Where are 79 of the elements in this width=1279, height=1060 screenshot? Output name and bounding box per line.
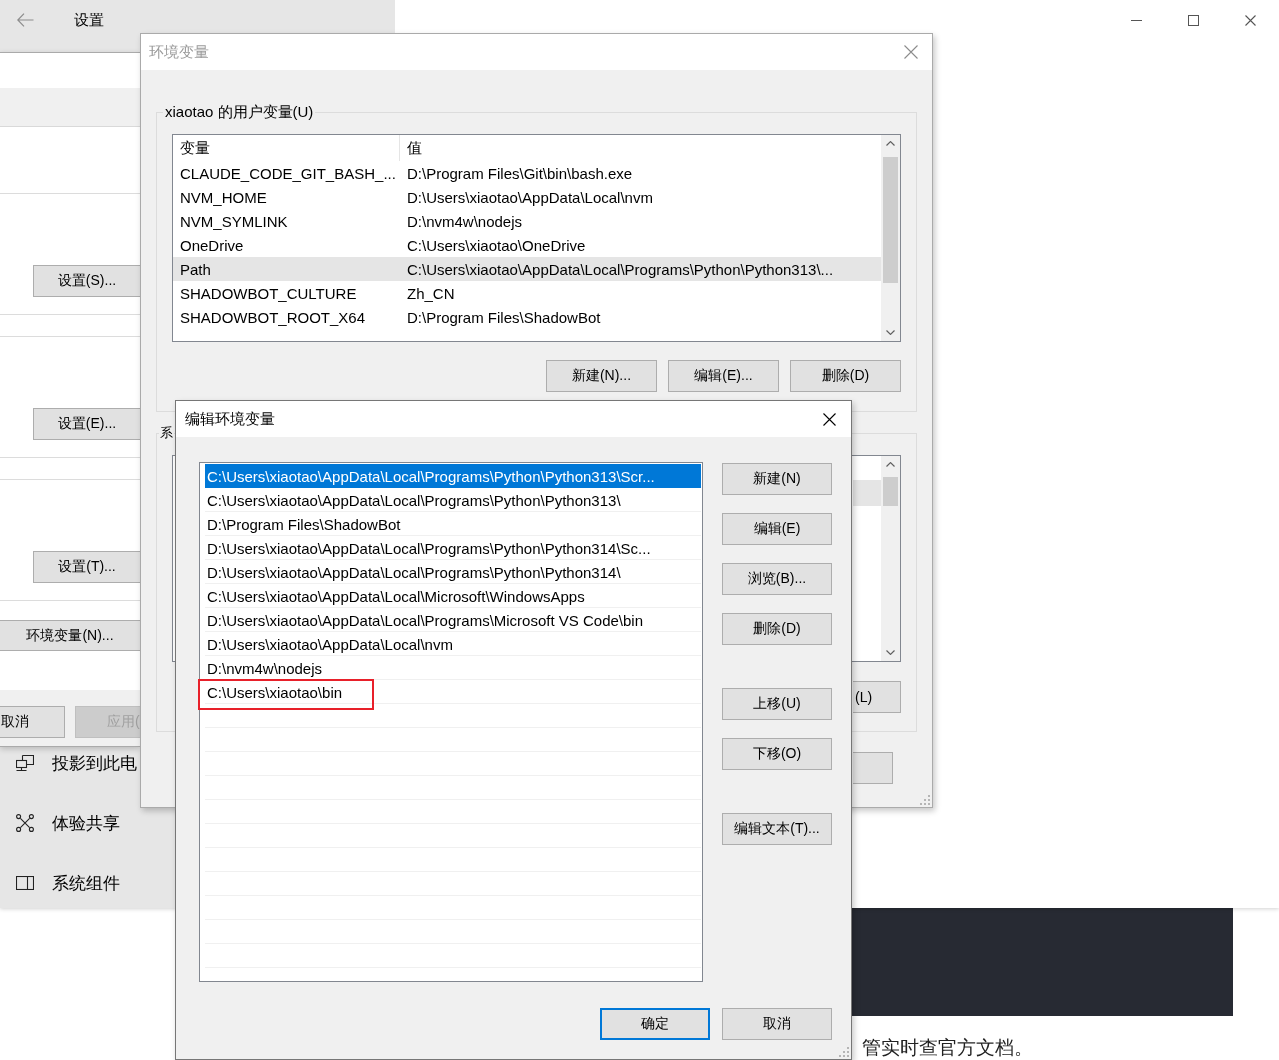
minimize-icon[interactable]	[1131, 19, 1142, 21]
resize-grip-icon[interactable]	[920, 795, 930, 805]
dialog-title: 编辑环境变量	[185, 409, 275, 429]
list-item[interactable]: D:\nvm4w\nodejs	[205, 656, 701, 680]
dialog-button[interactable]: 下移(O)	[722, 738, 832, 770]
table-cell-text: C:\Users\xiaotao\AppData\Local\Programs\Python\Python313\...	[406, 259, 835, 280]
dialog-button[interactable]: (L)	[853, 681, 901, 713]
caret-down-icon[interactable]	[886, 650, 895, 655]
dialog-button[interactable]: 编辑(E)	[722, 513, 832, 545]
scrollbar-thumb[interactable]	[883, 477, 898, 506]
dialog-button[interactable]: 取消	[722, 1008, 832, 1040]
scrollbar[interactable]	[881, 456, 900, 661]
dialog-title: 环境变量	[149, 42, 209, 62]
table-cell-text: SHADOWBOT_ROOT_X64	[179, 307, 367, 328]
table-cell-text: D:\Users\xiaotao\AppData\Local\nvm	[406, 187, 654, 208]
list-row[interactable]: NVM_HOME D:\Users\xiaotao\AppData\Local\nvm	[173, 185, 881, 209]
caret-up-icon[interactable]	[886, 141, 895, 146]
list-item[interactable]: D:\Program Files\ShadowBot	[205, 512, 701, 536]
dialog-button[interactable]: 设置(S)...	[33, 265, 140, 297]
dialog-button[interactable]: 上移(U)	[722, 688, 832, 720]
table-cell-text: NVM_HOME	[179, 187, 268, 208]
group-label: 系	[159, 424, 174, 442]
dialog-button[interactable]: 环境变量(N)...	[0, 620, 140, 651]
table-cell-text: OneDrive	[179, 235, 245, 256]
list-box[interactable]	[199, 462, 703, 982]
group-label: xiaotao 的用户变量(U)	[164, 103, 315, 121]
list-item[interactable]: D:\Users\xiaotao\AppData\Local\Programs\Microsoft VS Code\bin	[205, 608, 701, 632]
nav-item[interactable]: 体验共享	[0, 808, 122, 838]
list-row[interactable]: SHADOWBOT_CULTURE Zh_CN	[173, 281, 881, 305]
page-text: 管实时查官方文档。	[862, 1037, 1033, 1059]
table-cell-text: SHADOWBOT_CULTURE	[179, 283, 358, 304]
list-item[interactable]: C:\Users\xiaotao\bin	[205, 680, 701, 704]
list-item[interactable]: C:\Users\xiaotao\AppData\Local\Programs\Python\Python313\	[205, 488, 701, 512]
nav-item[interactable]: 系统组件	[0, 868, 122, 898]
caret-down-icon[interactable]	[886, 330, 895, 335]
table-cell-text: CLAUDE_CODE_GIT_BASH_...	[179, 163, 397, 184]
list-row[interactable]: NVM_SYMLINK D:\nvm4w\nodejs	[173, 209, 881, 233]
app-title: 设置	[74, 10, 104, 30]
table-cell-text: Zh_CN	[406, 283, 456, 304]
list-item[interactable]: D:\Users\xiaotao\AppData\Local\Programs\Python\Python314\Sc...	[205, 536, 701, 560]
caret-up-icon[interactable]	[886, 462, 895, 467]
dialog-button[interactable]: 确定	[600, 1008, 710, 1040]
list-row[interactable]: Path C:\Users\xiaotao\AppData\Local\Programs\Python\Python313\...	[173, 257, 881, 281]
maximize-icon[interactable]	[1188, 14, 1199, 26]
dialog-button[interactable]: 新建(N)	[722, 463, 832, 495]
dialog-button[interactable]: 新建(N)...	[546, 360, 657, 392]
dialog-button[interactable]: 删除(D)	[722, 613, 832, 645]
dialog-button[interactable]: 设置(T)...	[33, 551, 140, 583]
dialog-button[interactable]: 取消	[0, 706, 65, 738]
list-view[interactable]	[172, 134, 901, 342]
table-cell-text: D:\Program Files\Git\bin\bash.exe	[406, 163, 634, 184]
table-cell-text: D:\Program Files\ShadowBot	[406, 307, 602, 328]
dialog-button[interactable]: 删除(D)	[790, 360, 901, 392]
dialog-button[interactable]: 编辑(E)...	[668, 360, 779, 392]
resize-grip-icon[interactable]	[839, 1047, 849, 1057]
scrollbar[interactable]	[881, 135, 900, 341]
list-item[interactable]: D:\Users\xiaotao\AppData\Local\nvm	[205, 632, 701, 656]
screens-icon	[16, 755, 34, 771]
scrollbar-thumb[interactable]	[883, 157, 898, 283]
list-row[interactable]: CLAUDE_CODE_GIT_BASH_... D:\Program Files\Git\bin\bash.exe	[173, 161, 881, 185]
column-header[interactable]: 变量	[173, 135, 400, 161]
panel-icon	[16, 876, 34, 890]
table-cell-text: D:\nvm4w\nodejs	[406, 211, 524, 232]
dialog-button[interactable]: 浏览(B)...	[722, 563, 832, 595]
nodes-icon	[16, 814, 34, 832]
list-item[interactable]: C:\Users\xiaotao\AppData\Local\Programs\Python\Python313\Scr...	[205, 464, 701, 488]
column-header[interactable]: 值	[400, 135, 881, 161]
table-cell-text: Path	[179, 259, 212, 280]
close-icon[interactable]	[823, 412, 836, 426]
close-icon[interactable]	[1245, 14, 1256, 26]
list-row[interactable]: OneDrive C:\Users\xiaotao\OneDrive	[173, 233, 881, 257]
dialog-button[interactable]: 设置(E)...	[33, 408, 140, 440]
nav-item[interactable]: 投影到此电	[0, 748, 139, 778]
table-cell-text: C:\Users\xiaotao\OneDrive	[406, 235, 587, 256]
dialog-button[interactable]: 编辑文本(T)...	[722, 813, 832, 845]
list-row[interactable]: SHADOWBOT_ROOT_X64 D:\Program Files\ShadowBot	[173, 305, 881, 329]
list-item[interactable]: C:\Users\xiaotao\AppData\Local\Microsoft\WindowsApps	[205, 584, 701, 608]
list-item[interactable]: D:\Users\xiaotao\AppData\Local\Programs\Python\Python314\	[205, 560, 701, 584]
table-cell-text: NVM_SYMLINK	[179, 211, 289, 232]
